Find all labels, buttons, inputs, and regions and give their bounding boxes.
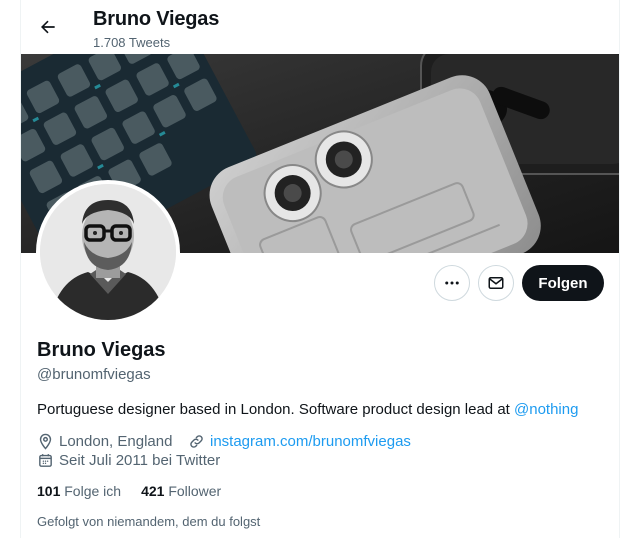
arrow-left-icon xyxy=(41,20,55,34)
location-item: London, England xyxy=(37,433,172,450)
location-text: London, England xyxy=(59,433,173,450)
avatar-image xyxy=(40,184,176,320)
header-title: Bruno Viegas xyxy=(93,8,220,30)
calendar-icon xyxy=(39,454,52,467)
bio-text: Portuguese designer based in London. Sof… xyxy=(37,401,514,418)
website-item: instagram.com/brunomfviegas xyxy=(188,433,411,450)
follow-stats: 101 Folge ich 421 Follower xyxy=(37,483,221,499)
message-button[interactable] xyxy=(478,265,514,301)
joined-text: Seit Juli 2011 bei Twitter xyxy=(59,452,221,469)
website-link[interactable]: instagram.com/brunomfviegas xyxy=(210,433,411,450)
avatar[interactable] xyxy=(36,180,180,324)
following-count: 101 xyxy=(37,483,61,499)
profile-bio: Portuguese designer based in London. Sof… xyxy=(37,401,578,418)
link-icon xyxy=(190,435,203,448)
followers-label: Follower xyxy=(168,483,222,499)
following-link[interactable]: 101 Folge ich xyxy=(37,483,121,499)
following-label: Folge ich xyxy=(64,483,122,499)
profile-column: Bruno Viegas 1.708 Tweets Folgen Bruno V… xyxy=(20,0,620,538)
back-button[interactable] xyxy=(31,10,65,44)
profile-name: Bruno Viegas xyxy=(37,339,166,361)
tweet-count: 1.708 Tweets xyxy=(93,35,171,50)
envelope-icon xyxy=(488,277,504,289)
more-dots-icon xyxy=(445,281,459,285)
followers-link[interactable]: 421 Follower xyxy=(141,483,221,499)
followed-by-text: Gefolgt von niemandem, dem du folgst xyxy=(37,514,261,529)
follow-button[interactable]: Folgen xyxy=(522,265,604,301)
profile-header-bar: Bruno Viegas 1.708 Tweets xyxy=(21,0,619,54)
more-button[interactable] xyxy=(434,265,470,301)
bio-mention-link[interactable]: @nothing xyxy=(514,401,578,418)
joined-item: Seit Juli 2011 bei Twitter xyxy=(37,452,220,469)
followers-count: 421 xyxy=(141,483,165,499)
location-pin-icon xyxy=(39,433,52,450)
profile-handle: @brunomfviegas xyxy=(37,366,151,383)
